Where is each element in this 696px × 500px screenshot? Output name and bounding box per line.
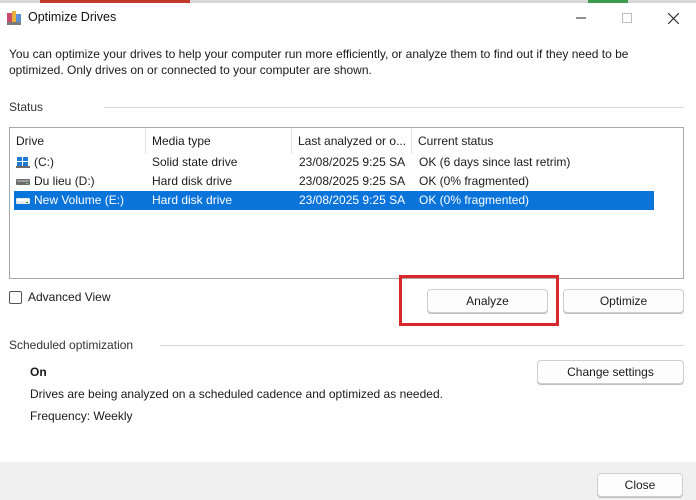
scheduled-frequency: Frequency: Weekly: [30, 409, 133, 423]
close-icon: [667, 12, 679, 24]
scheduled-section-label: Scheduled optimization: [9, 338, 134, 352]
scheduled-info-text: Drives are being analyzed on a scheduled…: [30, 387, 443, 401]
scheduled-divider: [160, 345, 684, 346]
drive-media-type: Hard disk drive: [152, 174, 233, 188]
maximize-button: [604, 3, 650, 33]
drive-current-status: OK (0% fragmented): [419, 193, 530, 207]
close-button[interactable]: Close: [597, 473, 683, 497]
drive-media-type: Solid state drive: [152, 155, 238, 169]
advanced-view-checkbox[interactable]: [9, 290, 22, 304]
drive-name: New Volume (E:): [34, 193, 125, 207]
analyze-highlight-box: [399, 275, 559, 326]
column-header-drive[interactable]: Drive: [10, 128, 146, 154]
status-divider: [104, 107, 684, 108]
advanced-view-option[interactable]: Advanced View: [9, 290, 111, 304]
scheduled-state: On: [30, 365, 47, 379]
column-header-media-type[interactable]: Media type: [146, 128, 292, 154]
title-bar[interactable]: Optimize Drives: [0, 3, 696, 33]
windows-drive-icon: [16, 157, 30, 168]
window-title: Optimize Drives: [28, 10, 117, 24]
drive-media-type: Hard disk drive: [152, 193, 233, 207]
maximize-icon: [622, 13, 632, 23]
change-settings-button[interactable]: Change settings: [537, 360, 684, 384]
minimize-button[interactable]: [558, 3, 604, 33]
status-section-label: Status: [9, 100, 44, 114]
drives-list-header: Drive Media type Last analyzed or o... C…: [10, 128, 683, 154]
drive-current-status: OK (6 days since last retrim): [419, 155, 571, 169]
hard-drive-icon: [16, 198, 30, 204]
dialog-footer: Close: [0, 462, 696, 500]
minimize-icon: [576, 17, 586, 19]
drive-row-d[interactable]: Du lieu (D:) Hard disk drive 23/08/2025 …: [14, 172, 654, 191]
optimize-button[interactable]: Optimize: [563, 289, 684, 313]
drive-row-e[interactable]: New Volume (E:) Hard disk drive 23/08/20…: [14, 191, 654, 210]
column-header-last-analyzed[interactable]: Last analyzed or o...: [292, 128, 412, 154]
close-window-button[interactable]: [650, 3, 696, 33]
drive-current-status: OK (0% fragmented): [419, 174, 530, 188]
description-text: You can optimize your drives to help you…: [9, 47, 629, 77]
drive-name: Du lieu (D:): [34, 174, 95, 188]
drive-last-analyzed: 23/08/2025 9:25 SA: [299, 155, 406, 169]
hard-drive-icon: [16, 179, 30, 185]
column-header-current-status[interactable]: Current status: [412, 128, 684, 154]
advanced-view-label: Advanced View: [28, 290, 111, 304]
drive-name: (C:): [34, 155, 54, 169]
drive-row-c[interactable]: (C:) Solid state drive 23/08/2025 9:25 S…: [14, 153, 654, 172]
drives-list[interactable]: Drive Media type Last analyzed or o... C…: [9, 127, 684, 279]
drive-last-analyzed: 23/08/2025 9:25 SA: [299, 193, 406, 207]
drive-last-analyzed: 23/08/2025 9:25 SA: [299, 174, 406, 188]
optimize-drives-app-icon: [7, 11, 21, 25]
